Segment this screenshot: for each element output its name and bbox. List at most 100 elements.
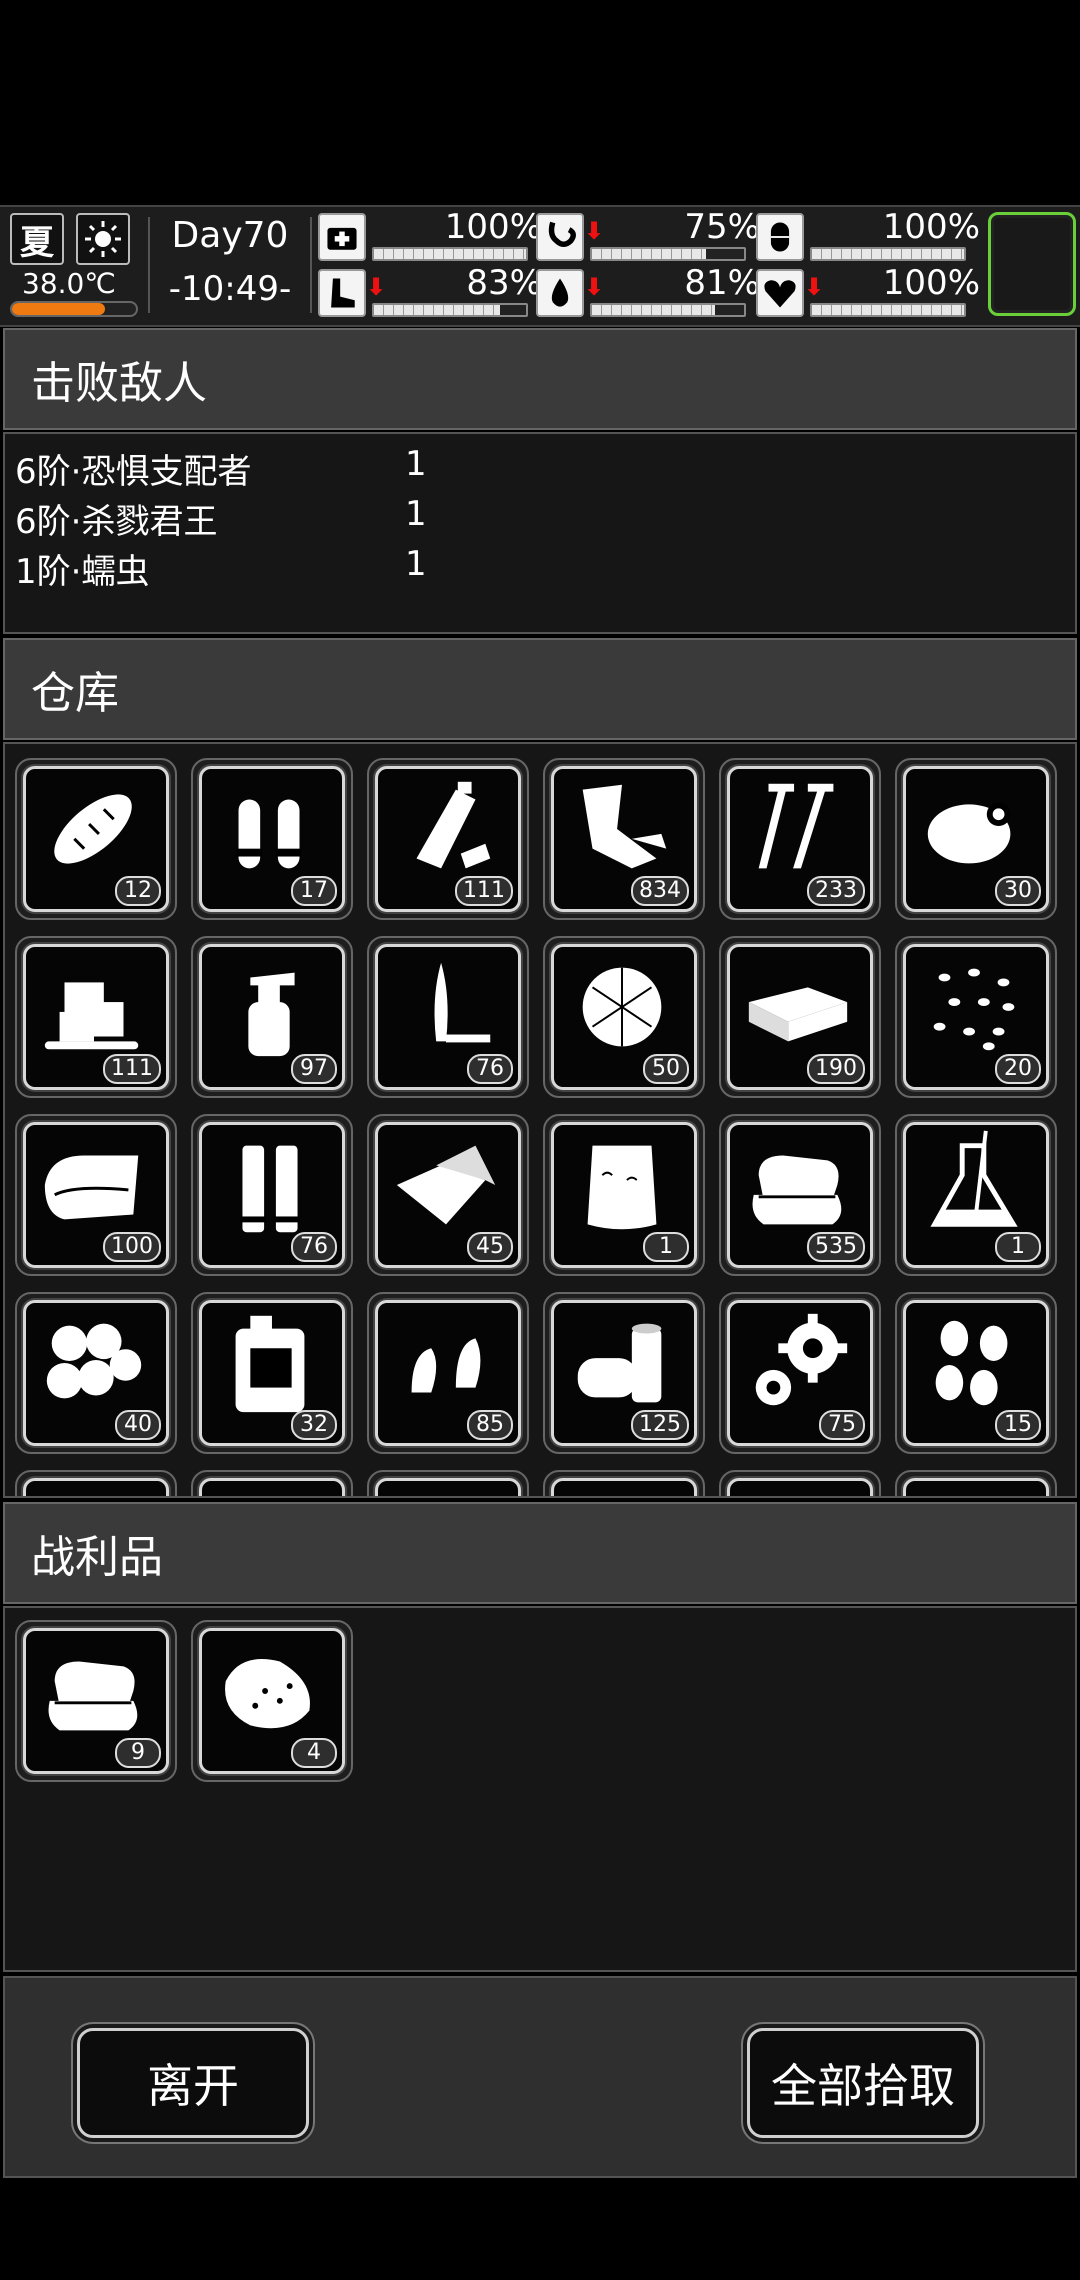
folded-clothes-icon [752, 1155, 842, 1225]
slot-inner [551, 1478, 697, 1496]
arrow-down-icon: ⬇ [584, 273, 605, 301]
stat-bar [590, 247, 746, 261]
item-slot[interactable] [543, 1470, 705, 1496]
stat-percent: 83% [466, 263, 542, 303]
item-quantity: 76 [291, 1232, 337, 1262]
enemy-count: 1 [405, 444, 427, 484]
temperature-bar [10, 301, 138, 317]
stat-bar-fill [592, 305, 716, 315]
item-slot[interactable]: 20 [895, 936, 1057, 1098]
item-slot[interactable]: 40 [15, 1292, 177, 1454]
item-quantity: 50 [643, 1054, 689, 1084]
stat-bar [810, 247, 966, 261]
item-slot[interactable]: 233 [719, 758, 881, 920]
slot-inner [375, 1478, 521, 1496]
item-slot[interactable]: 17 [191, 758, 353, 920]
item-slot[interactable]: 50 [543, 936, 705, 1098]
item-slot[interactable]: 535 [719, 1114, 881, 1276]
spray-bottle-icon [248, 972, 295, 1057]
storage-title: 仓库 [31, 668, 119, 719]
divider [148, 217, 150, 313]
item-slot[interactable]: 834 [543, 758, 705, 920]
item-slot[interactable]: 97 [191, 936, 353, 1098]
divider [310, 217, 312, 313]
take-all-button[interactable]: 全部拾取 [747, 2028, 979, 2138]
storage-grid[interactable]: 12 17 111 834 233 30 111 97 76 50 190 20… [3, 742, 1077, 1498]
item-slot[interactable]: 1 [895, 1114, 1057, 1276]
cotton-balls-icon [46, 1323, 142, 1399]
item-slot[interactable] [15, 1470, 177, 1496]
raw-meat-icon [225, 1659, 310, 1729]
enemy-count: 1 [405, 494, 427, 534]
defeated-list: 6阶·恐惧支配者 1 6阶·杀戮君王 1 1阶·蠕虫 1 [3, 432, 1077, 634]
bullets-icon [236, 799, 302, 869]
loot-title: 战利品 [31, 1532, 163, 1583]
item-slot[interactable]: 12 [15, 758, 177, 920]
stat-percent: 100% [882, 207, 980, 247]
item-slot[interactable]: 100 [15, 1114, 177, 1276]
item-slot[interactable]: 32 [191, 1292, 353, 1454]
loot-grid: 9 4 [3, 1606, 1077, 1972]
item-slot[interactable]: 1 [543, 1114, 705, 1276]
item-slot[interactable] [191, 1470, 353, 1496]
sack-icon [587, 1145, 657, 1230]
stat-bar-fill [812, 249, 964, 259]
item-quantity: 20 [995, 1054, 1041, 1084]
item-quantity: 40 [115, 1410, 161, 1440]
item-slot[interactable]: 45 [367, 1114, 529, 1276]
loot-header: 战利品 [3, 1502, 1077, 1604]
plastic-bottle-icon [416, 781, 491, 869]
item-slot[interactable]: 4 [191, 1620, 353, 1782]
item-slot[interactable]: 76 [191, 1114, 353, 1276]
item-slot[interactable] [719, 1470, 881, 1496]
item-quantity: 834 [631, 876, 689, 906]
medkit-icon [318, 213, 366, 261]
enemy-name: 1阶·蠕虫 [15, 552, 150, 592]
stat-bar-fill [592, 249, 706, 259]
item-slot[interactable]: 85 [367, 1292, 529, 1454]
stat-bar-fill [374, 305, 501, 315]
item-slot[interactable]: 190 [719, 936, 881, 1098]
item-slot[interactable] [895, 1470, 1057, 1496]
leave-button[interactable]: 离开 [77, 2028, 309, 2138]
item-quantity: 1 [995, 1232, 1041, 1262]
stomach-icon [536, 213, 584, 261]
item-slot[interactable]: 125 [543, 1292, 705, 1454]
item-slot[interactable] [367, 1470, 529, 1496]
item-quantity: 4 [291, 1738, 337, 1768]
bottom-bar: 离开 全部拾取 [3, 1976, 1077, 2178]
folded-clothes-icon [48, 1661, 138, 1731]
item-slot[interactable]: 75 [719, 1292, 881, 1454]
arrow-down-icon: ⬇ [366, 273, 387, 301]
defeated-header: 击败敌人 [3, 328, 1077, 430]
item-quantity: 75 [819, 1410, 865, 1440]
heart-icon [756, 269, 804, 317]
stat-bar [372, 303, 528, 317]
stat-percent: 100% [882, 263, 980, 303]
item-quantity: 9 [115, 1738, 161, 1768]
earplugs-icon [411, 1338, 481, 1393]
item-slot[interactable]: 76 [367, 936, 529, 1098]
pill-icon [756, 213, 804, 261]
season-badge: 夏 [10, 213, 64, 265]
item-slot[interactable]: 111 [367, 758, 529, 920]
item-quantity: 233 [807, 876, 865, 906]
seeds-icon [933, 968, 1015, 1051]
meat-icon [927, 802, 1011, 864]
item-quantity: 100 [103, 1232, 161, 1262]
quick-slot[interactable] [988, 212, 1076, 316]
item-quantity: 32 [291, 1410, 337, 1440]
slot-inner [199, 1478, 345, 1496]
day-counter: Day70 [171, 215, 289, 256]
item-slot[interactable]: 9 [15, 1620, 177, 1782]
temperature-text: 38.0℃ [22, 267, 116, 300]
defeated-title: 击败敌人 [31, 358, 207, 409]
item-slot[interactable]: 30 [895, 758, 1057, 920]
storage-header: 仓库 [3, 638, 1077, 740]
gears-icon [755, 1313, 848, 1406]
item-slot[interactable]: 15 [895, 1292, 1057, 1454]
stat-bar-fill [812, 305, 964, 315]
stat-percent: 75% [684, 207, 760, 247]
slot-inner [727, 1478, 873, 1496]
item-slot[interactable]: 111 [15, 936, 177, 1098]
